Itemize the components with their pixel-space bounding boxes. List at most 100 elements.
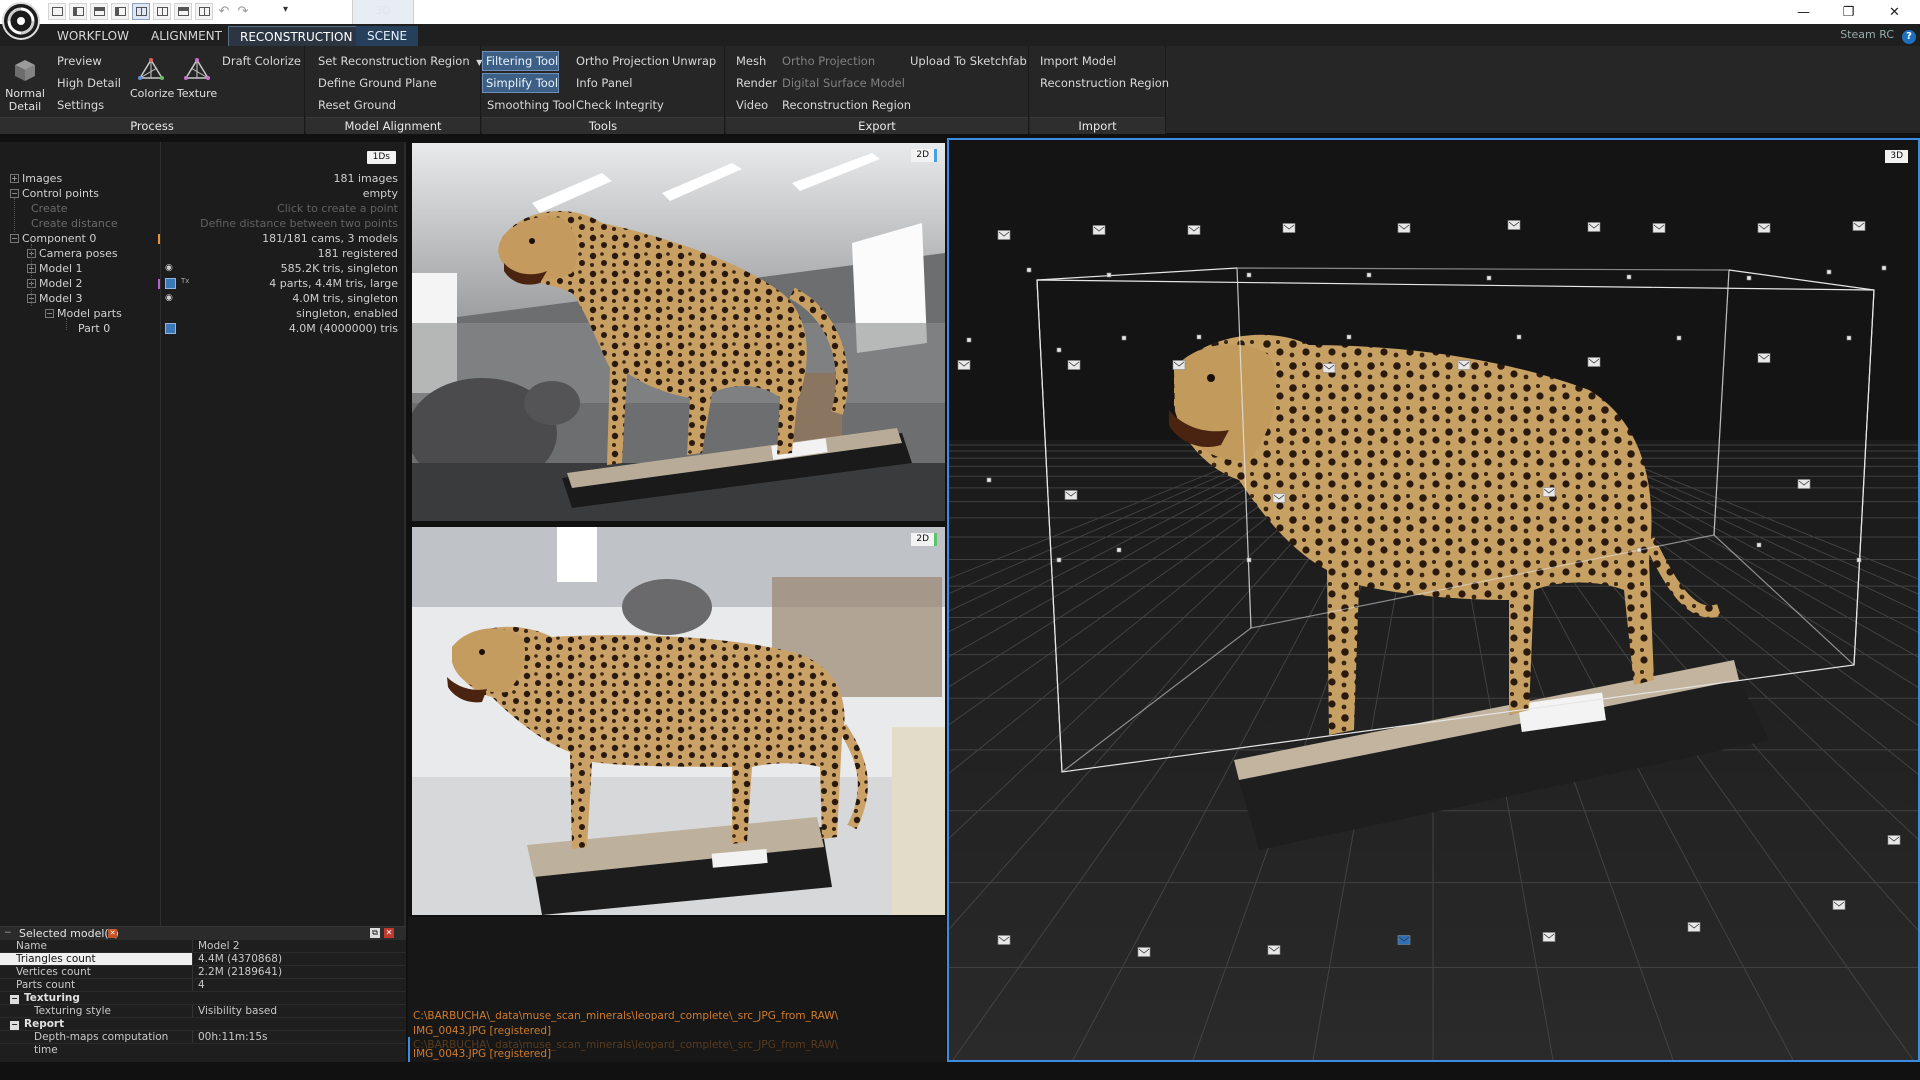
view-tag-3d[interactable]: 3D xyxy=(1885,150,1908,163)
set-reconstruction-region-button[interactable]: Set Reconstruction Region ▼ xyxy=(315,52,485,72)
upload-sketchfab-button[interactable]: Upload To Sketchfab xyxy=(907,52,1030,70)
camera-icon[interactable] xyxy=(1116,547,1122,553)
eye-icon[interactable]: ◉ xyxy=(165,264,176,273)
camera-icon[interactable] xyxy=(1196,334,1202,340)
camera-icon[interactable] xyxy=(1757,353,1771,363)
camera-icon[interactable] xyxy=(1797,479,1811,489)
layout-1-icon[interactable] xyxy=(48,3,66,20)
camera-icon[interactable] xyxy=(1516,334,1522,340)
redo-icon[interactable]: ↷ xyxy=(235,3,251,20)
panel-tag[interactable]: 1Ds xyxy=(366,151,396,164)
camera-icon[interactable] xyxy=(1064,490,1078,500)
view-tag-2d[interactable]: 2D xyxy=(911,149,937,162)
camera-icon[interactable] xyxy=(1397,935,1411,945)
camera-icon[interactable] xyxy=(1026,267,1032,273)
collapse-icon[interactable]: − xyxy=(10,1021,19,1030)
camera-icon[interactable] xyxy=(1397,223,1411,233)
collapse-icon[interactable]: − xyxy=(45,308,54,318)
reset-ground-button[interactable]: Reset Ground xyxy=(315,96,399,114)
camera-icon[interactable] xyxy=(1092,225,1106,235)
camera-icon[interactable] xyxy=(1626,274,1632,280)
camera-icon[interactable] xyxy=(966,337,972,343)
camera-icon[interactable] xyxy=(1272,493,1286,503)
export-ortho-projection-button[interactable]: Ortho Projection xyxy=(779,52,878,70)
camera-icon[interactable] xyxy=(1636,547,1642,553)
smoothing-tool-button[interactable]: Smoothing Tool xyxy=(484,96,578,114)
scene-3d-view[interactable]: 3D xyxy=(947,138,1920,1062)
export-render-button[interactable]: Render xyxy=(733,74,780,92)
layout-3-icon[interactable] xyxy=(90,3,108,20)
layout-4-icon[interactable] xyxy=(111,3,129,20)
property-row-triangles[interactable]: Triangles count 4.4M (4370868) xyxy=(0,953,406,966)
camera-icon[interactable] xyxy=(1587,222,1601,232)
tree-item-images[interactable]: + Images xyxy=(10,171,62,186)
tree-item-control-points[interactable]: − Control points xyxy=(10,186,99,201)
tab-reconstruction[interactable]: RECONSTRUCTION xyxy=(228,26,365,46)
camera-icon[interactable] xyxy=(1267,945,1281,955)
close-panel-icon[interactable]: ✕ xyxy=(384,928,394,938)
camera-icon[interactable] xyxy=(1486,275,1492,281)
close-button[interactable]: ✕ xyxy=(1872,0,1917,24)
undock-icon[interactable]: ⧉ xyxy=(370,928,380,938)
camera-icon[interactable] xyxy=(1881,265,1887,271)
camera-icon[interactable] xyxy=(957,360,971,370)
quick-access-dropdown[interactable]: ▾ xyxy=(283,4,288,15)
camera-icon[interactable] xyxy=(1846,335,1852,341)
settings-button[interactable]: Settings xyxy=(54,96,107,114)
tree-item-create-distance[interactable]: Create distance xyxy=(31,216,118,231)
camera-icon[interactable] xyxy=(1346,334,1352,340)
colorize-button[interactable]: Colorize xyxy=(130,56,174,100)
camera-icon[interactable] xyxy=(1676,335,1682,341)
tree-item-model-3[interactable]: − Model 3 xyxy=(27,291,83,306)
tree-item-model-parts[interactable]: − Model parts xyxy=(45,306,122,321)
collapse-icon[interactable]: − xyxy=(10,233,19,243)
view-tag-2d[interactable]: 2D xyxy=(911,533,937,546)
camera-icon[interactable] xyxy=(997,230,1011,240)
simplify-tool-button[interactable]: Simplify Tool xyxy=(482,73,559,93)
camera-icon[interactable] xyxy=(1507,220,1521,230)
camera-icon[interactable] xyxy=(1832,900,1846,910)
camera-icon[interactable] xyxy=(1757,223,1771,233)
app-logo[interactable] xyxy=(2,2,40,40)
eye-icon[interactable]: ◉ xyxy=(165,294,176,303)
tree-item-create[interactable]: Create xyxy=(31,201,68,216)
ortho-projection-tool-button[interactable]: Ortho Projection xyxy=(573,52,672,70)
camera-icon[interactable] xyxy=(1856,557,1862,563)
camera-icon[interactable] xyxy=(1887,835,1901,845)
camera-icon[interactable] xyxy=(1652,223,1666,233)
property-row-parts[interactable]: Parts count 4 xyxy=(0,979,406,992)
camera-icon[interactable] xyxy=(1056,347,1062,353)
camera-icon[interactable] xyxy=(1067,360,1081,370)
tree-item-part-0[interactable]: Part 0 xyxy=(78,321,110,336)
import-reconstruction-region-button[interactable]: Reconstruction Region xyxy=(1037,74,1172,92)
camera-icon[interactable] xyxy=(1826,269,1832,275)
property-row-depth-time[interactable]: Depth-maps computation time 00h:11m:15s xyxy=(0,1031,406,1056)
layout-2-icon[interactable] xyxy=(69,3,87,20)
section-report[interactable]: − Report xyxy=(0,1018,406,1031)
expand-icon[interactable]: + xyxy=(10,173,19,183)
camera-icon[interactable] xyxy=(1687,922,1701,932)
camera-icon[interactable] xyxy=(1746,275,1752,281)
camera-icon[interactable] xyxy=(1187,225,1201,235)
collapse-icon[interactable]: − xyxy=(4,927,12,940)
tab-scene[interactable]: SCENE xyxy=(356,26,419,46)
layout-7-icon[interactable] xyxy=(174,3,192,20)
tree-item-model-2[interactable]: + Model 2 xyxy=(27,276,83,291)
texture-visibility-icon[interactable] xyxy=(165,278,176,289)
minimize-button[interactable]: — xyxy=(1781,0,1826,24)
camera-icon[interactable] xyxy=(1246,272,1252,278)
camera-icon[interactable] xyxy=(1246,557,1252,563)
camera-icon[interactable] xyxy=(1457,360,1471,370)
camera-icon[interactable] xyxy=(1587,357,1601,367)
import-model-button[interactable]: Import Model xyxy=(1037,52,1119,70)
property-row-name[interactable]: Name Model 2 xyxy=(0,940,406,953)
section-texturing[interactable]: − Texturing xyxy=(0,992,406,1005)
camera-icon[interactable] xyxy=(1852,221,1866,231)
property-row-vertices[interactable]: Vertices count 2.2M (2189641) xyxy=(0,966,406,979)
view-tab[interactable]: 3D xyxy=(352,0,414,24)
tree-item-camera-poses[interactable]: + Camera poses xyxy=(27,246,118,261)
collapse-icon[interactable]: − xyxy=(10,188,19,198)
define-ground-plane-button[interactable]: Define Ground Plane xyxy=(315,74,440,92)
layout-5-icon[interactable] xyxy=(132,3,150,20)
camera-icon[interactable] xyxy=(1282,223,1296,233)
